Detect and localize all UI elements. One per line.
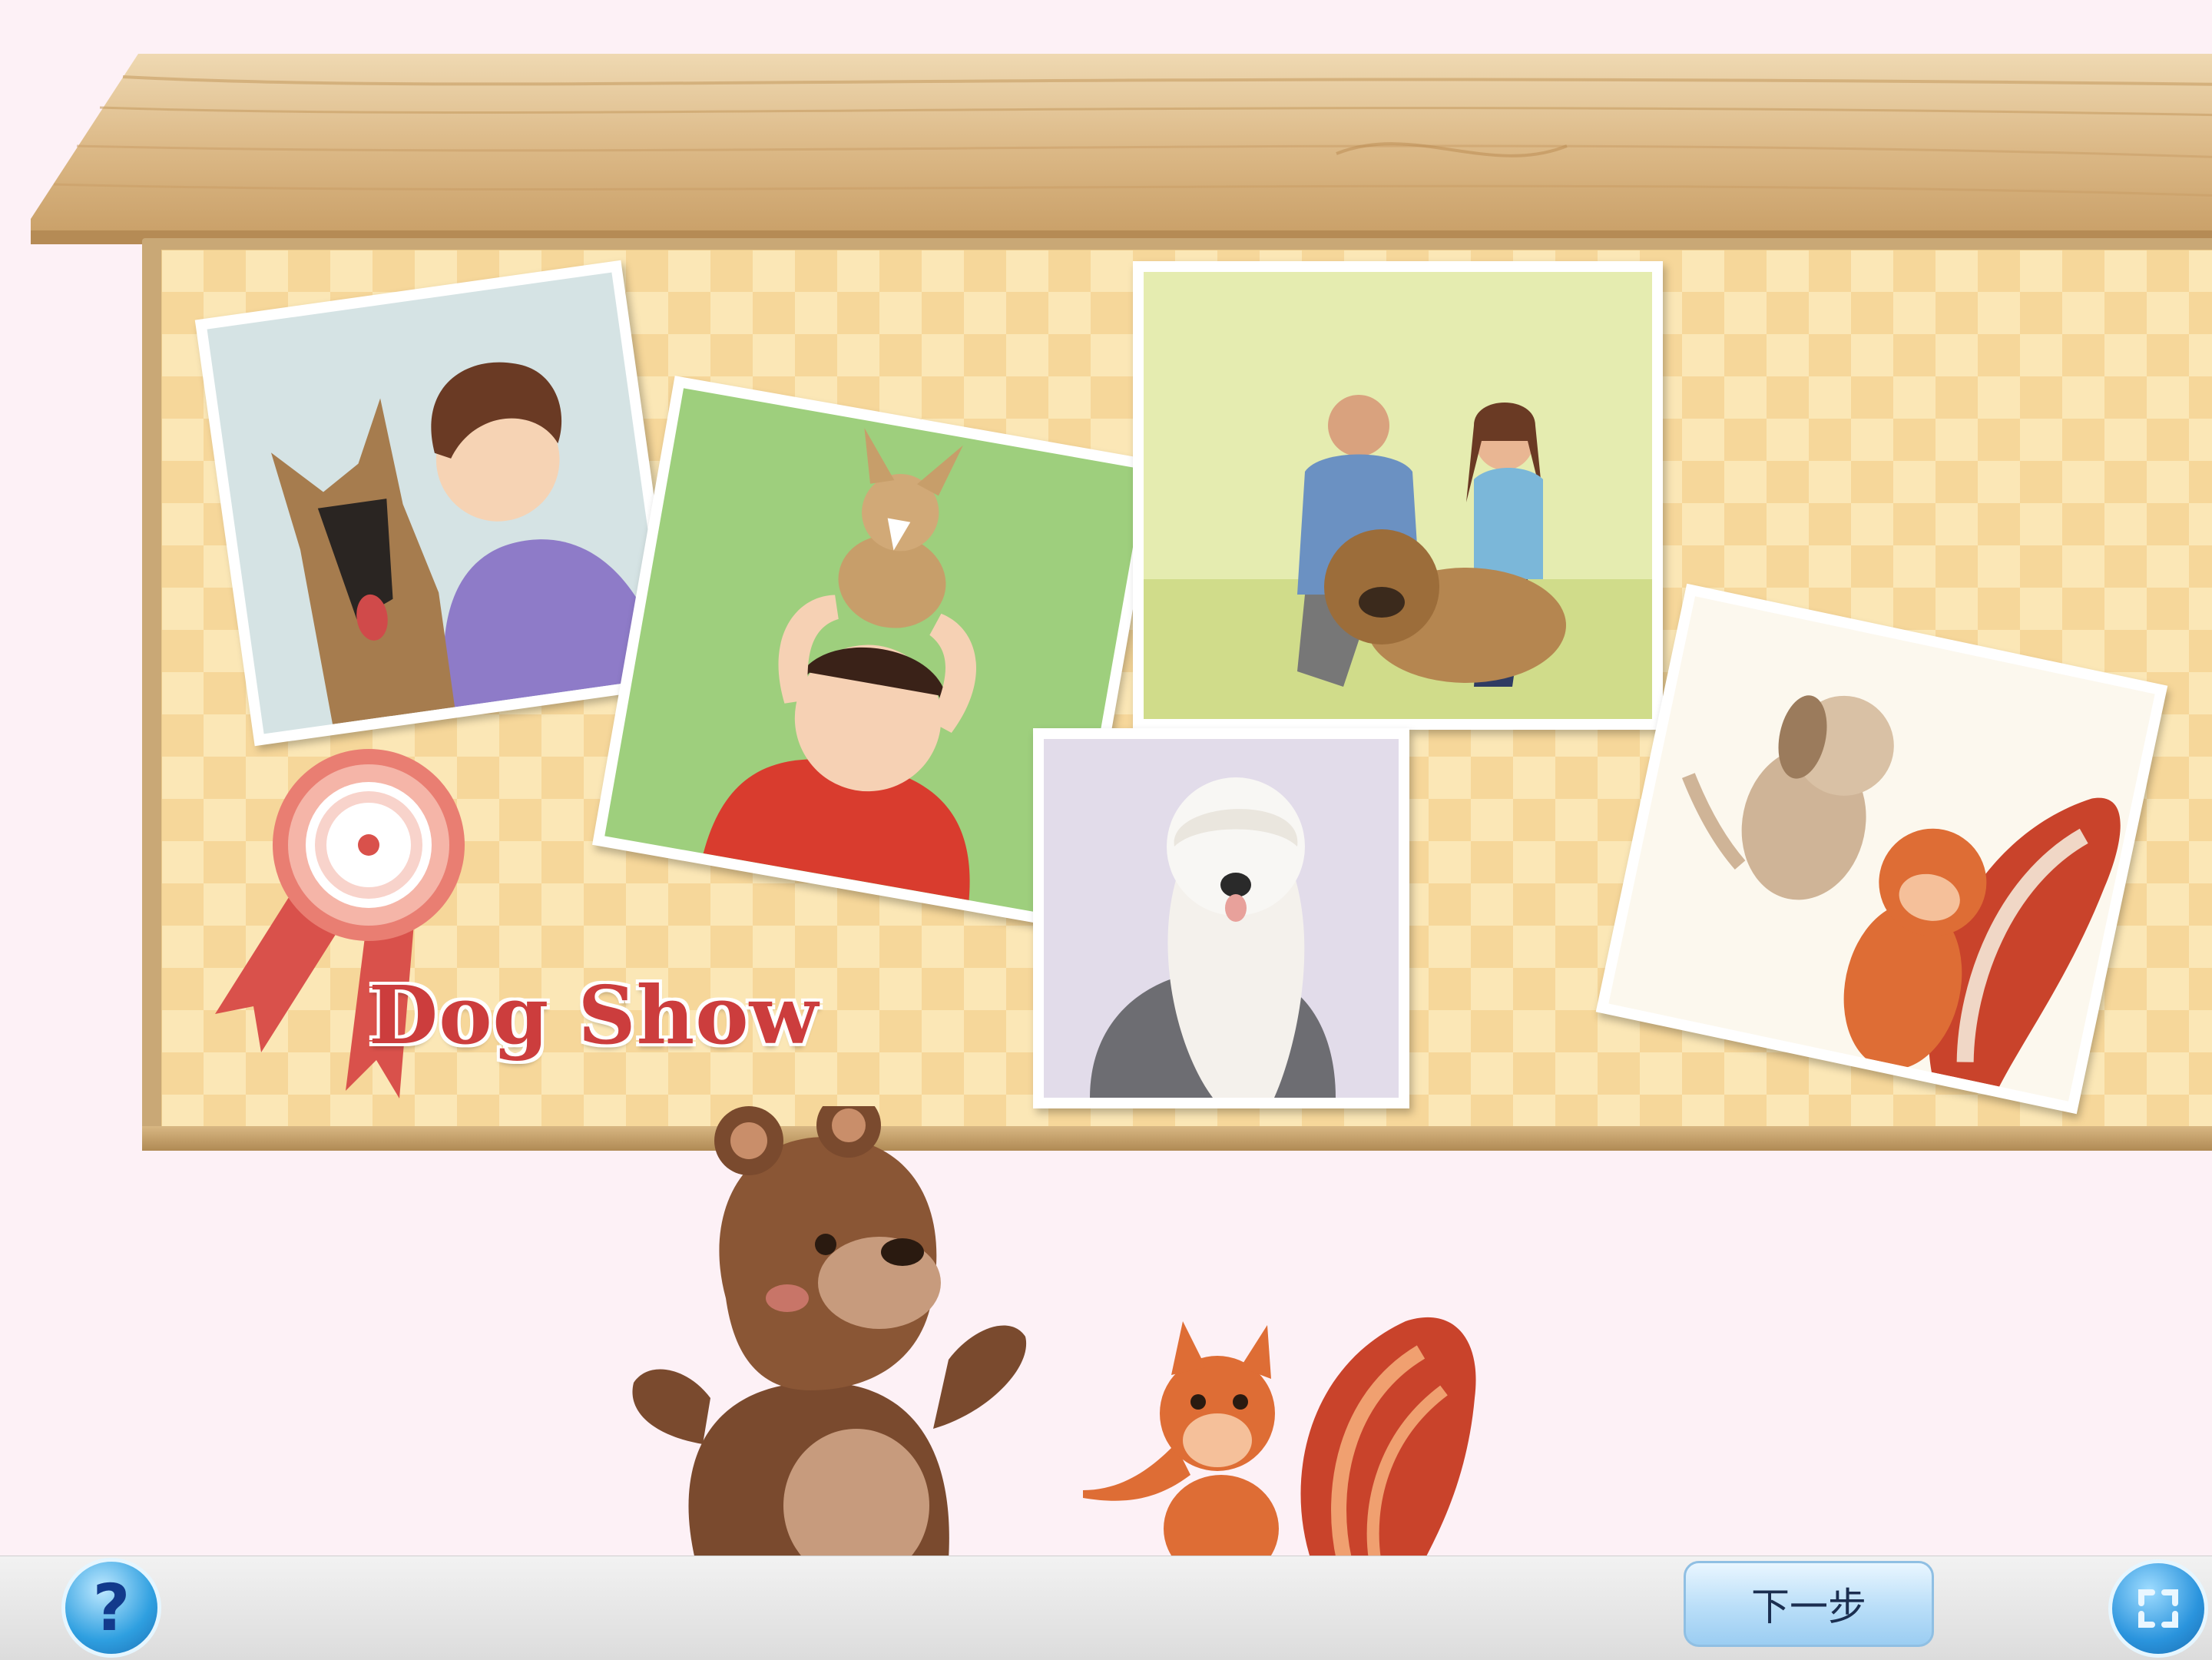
squirrel-character (1083, 1317, 1476, 1567)
photo-sheepdog (1033, 728, 1409, 1108)
photo-couple-chow (1133, 261, 1663, 730)
question-icon: ? (92, 1570, 131, 1645)
help-button[interactable]: ? (61, 1558, 161, 1658)
sheepdog-illustration (1090, 777, 1336, 1098)
photo-boy-shepherd (194, 260, 681, 747)
award-ribbon-icon (215, 749, 465, 1098)
dog-show-title: Dog Show (369, 968, 820, 1062)
next-step-button[interactable]: 下一步 (1684, 1561, 1934, 1647)
board-bottom-rail (142, 1126, 2212, 1151)
squirrel-and-puppy-illustration (1681, 695, 2121, 1087)
wooden-roof (31, 54, 2212, 244)
bear-character (632, 1106, 1027, 1559)
fullscreen-icon (2138, 1589, 2178, 1628)
boy-and-shepherd-illustration (270, 362, 669, 724)
fullscreen-button[interactable] (2108, 1559, 2208, 1658)
couple-and-chow-illustration (1144, 395, 1652, 719)
next-step-label: 下一步 (1751, 1585, 1866, 1629)
